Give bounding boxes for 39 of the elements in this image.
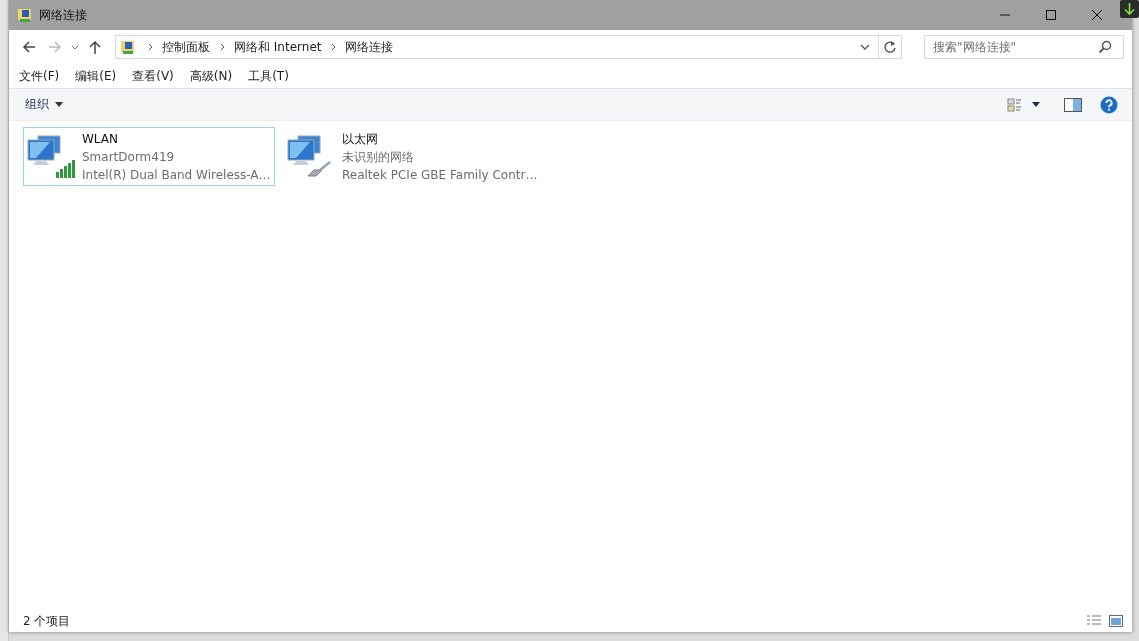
maximize-icon <box>1045 9 1057 21</box>
search-field[interactable]: 搜索"网络连接" <box>924 35 1124 59</box>
network-folder-icon <box>17 7 33 23</box>
computers-wireless-icon <box>26 133 76 180</box>
caret-icon[interactable] <box>1032 102 1040 107</box>
search-icon <box>1098 40 1112 54</box>
connection-name: 以太网 <box>342 130 379 148</box>
help-icon[interactable] <box>1100 95 1118 114</box>
up-arrow-icon[interactable] <box>87 39 103 55</box>
close-icon <box>1091 9 1103 21</box>
adapter-name: Intel(R) Dual Band Wireless-A… <box>82 166 271 184</box>
breadcrumb-item[interactable]: 控制面板 <box>162 38 210 56</box>
recent-dropdown-icon[interactable] <box>71 43 79 51</box>
menu-item[interactable]: 查看(V) <box>132 67 174 85</box>
address-bar[interactable]: 控制面板 网络和 Internet 网络连接 <box>115 35 902 59</box>
back-arrow-icon[interactable] <box>21 39 37 55</box>
item-count: 2 个项目 <box>23 612 71 630</box>
connection-item[interactable]: 以太网 未识别的网络 Realtek PCIe GBE Family Contr… <box>283 127 535 186</box>
large-icons-view-icon[interactable] <box>1108 614 1124 628</box>
chevron-right-icon <box>148 43 154 51</box>
menu-item[interactable]: 编辑(E) <box>75 67 117 85</box>
menu-item[interactable]: 文件(F) <box>19 67 60 85</box>
preview-pane-icon[interactable] <box>1064 96 1082 113</box>
window-title: 网络连接 <box>39 6 87 24</box>
connection-status: SmartDorm419 <box>82 148 176 166</box>
chevron-right-icon <box>220 43 226 51</box>
organize-button[interactable]: 组织 <box>19 93 69 116</box>
connection-status: 未识别的网络 <box>342 148 415 166</box>
caret-icon <box>55 102 63 107</box>
adapter-name: Realtek PCIe GBE Family Contr… <box>342 166 538 184</box>
menu-item[interactable]: 高级(N) <box>189 67 233 85</box>
breadcrumb-item[interactable]: 网络连接 <box>345 38 394 56</box>
menu-item[interactable]: 工具(T) <box>248 67 289 85</box>
breadcrumb-item[interactable]: 网络和 Internet <box>234 38 322 56</box>
chevron-right-icon <box>331 43 338 51</box>
connection-name: WLAN <box>82 130 119 148</box>
network-folder-icon <box>120 39 136 55</box>
chevron-down-icon[interactable] <box>860 44 870 50</box>
connection-item[interactable]: WLAN SmartDorm419 Intel(R) Dual Band Wireless-A… <box>23 127 275 186</box>
